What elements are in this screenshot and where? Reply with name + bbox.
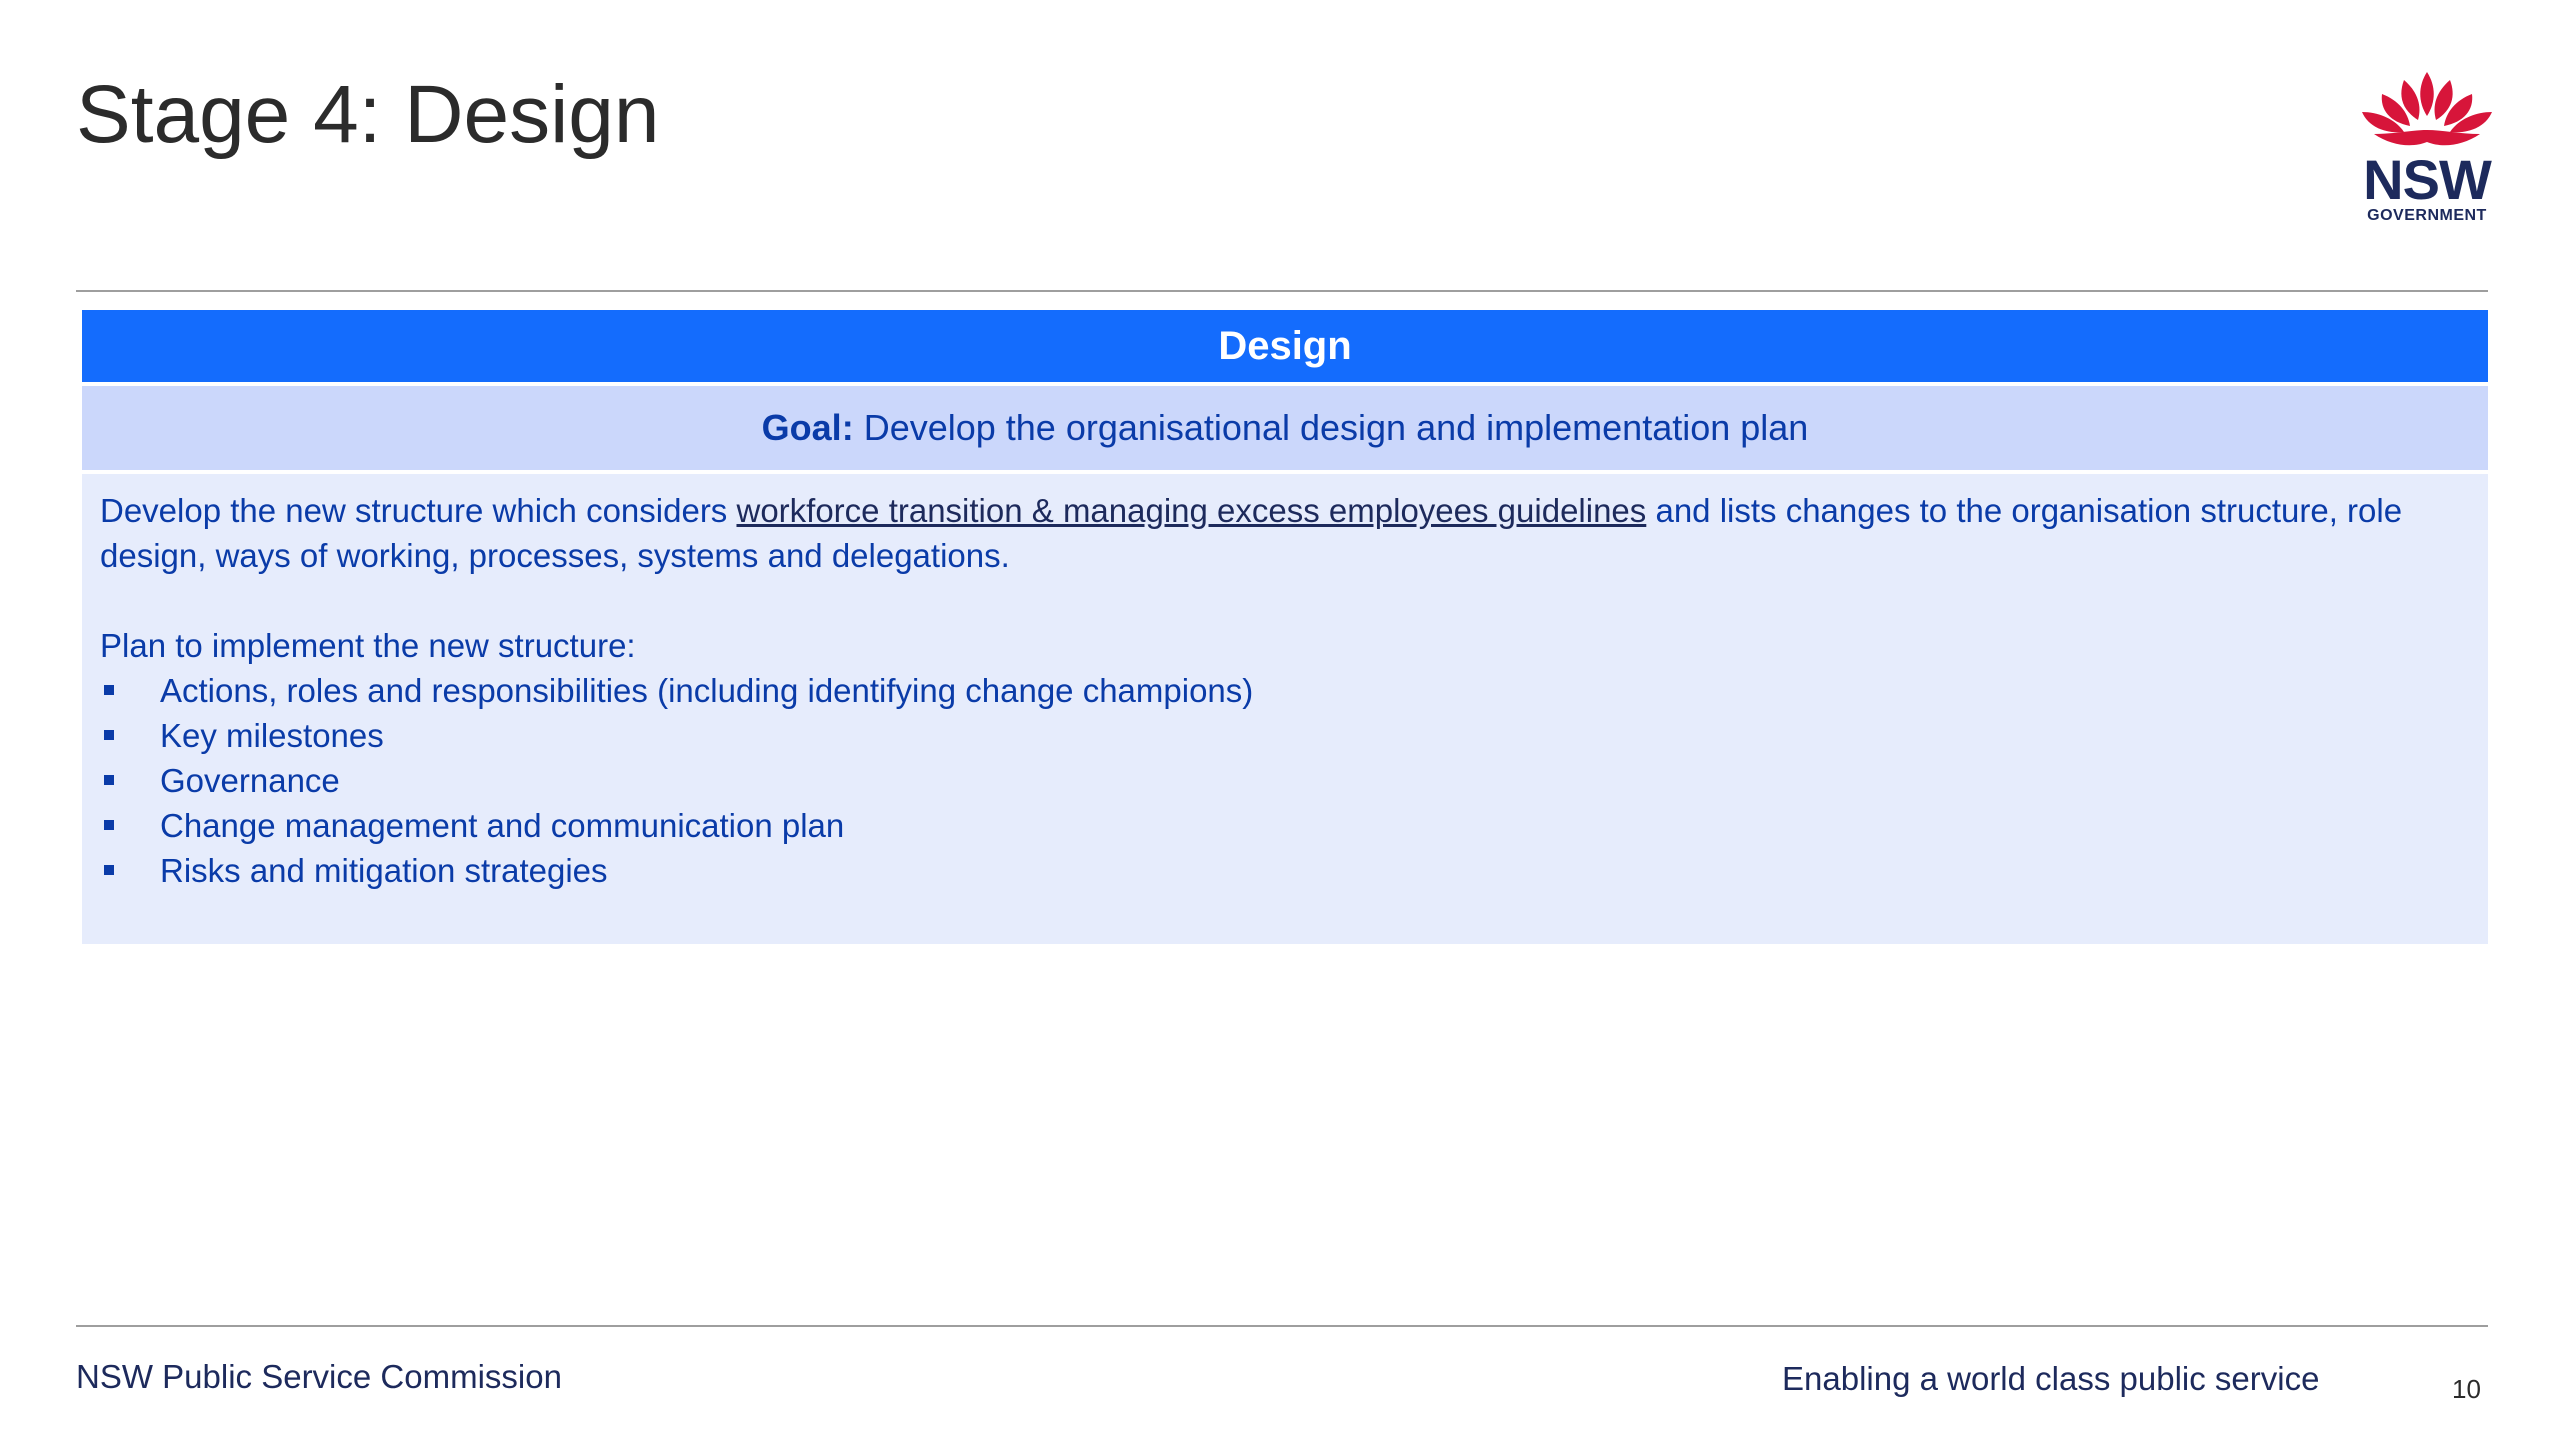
list-item: Key milestones — [100, 713, 2470, 758]
slide: Stage 4: Design NSW GOVERNMENT Design Go… — [0, 0, 2560, 1440]
goal-label: Goal: — [761, 407, 854, 448]
goal-text: Develop the organisational design and im… — [853, 407, 1809, 448]
square-bullet-icon — [104, 820, 114, 830]
bullet-text: Key milestones — [160, 717, 384, 754]
bullet-text: Actions, roles and responsibilities (inc… — [160, 672, 1254, 709]
top-divider — [76, 290, 2488, 292]
footer-organisation: NSW Public Service Commission — [76, 1358, 562, 1395]
bullet-text: Change management and communication plan — [160, 807, 845, 844]
slide-title: Stage 4: Design — [76, 69, 660, 160]
page-number: 10 — [2452, 1374, 2481, 1404]
logo-government-text: GOVERNMENT — [2367, 207, 2487, 224]
list-item: Risks and mitigation strategies — [100, 848, 2470, 893]
list-item: Actions, roles and responsibilities (inc… — [100, 668, 2470, 713]
plan-heading: Plan to implement the new structure: — [100, 627, 636, 664]
logo-nsw-text: NSW — [2363, 148, 2492, 211]
footer-tagline: Enabling a world class public service — [1782, 1360, 2320, 1397]
panel-header: Design — [82, 310, 2488, 382]
panel-body: Develop the new structure which consider… — [82, 474, 2488, 944]
design-panel: Design Goal: Develop the organisational … — [82, 310, 2488, 944]
square-bullet-icon — [104, 685, 114, 695]
square-bullet-icon — [104, 775, 114, 785]
list-item: Change management and communication plan — [100, 803, 2470, 848]
nsw-government-logo: NSW GOVERNMENT — [2352, 68, 2502, 228]
bullet-text: Risks and mitigation strategies — [160, 852, 608, 889]
intro-paragraph: Develop the new structure which consider… — [100, 488, 2470, 578]
guidelines-link[interactable]: workforce transition & managing excess e… — [736, 492, 1646, 529]
list-item: Governance — [100, 758, 2470, 803]
square-bullet-icon — [104, 730, 114, 740]
panel-goal: Goal: Develop the organisational design … — [82, 386, 2488, 470]
intro-before: Develop the new structure which consider… — [100, 492, 737, 529]
plan-bullet-list: Actions, roles and responsibilities (inc… — [100, 668, 2470, 893]
bottom-divider — [76, 1325, 2488, 1327]
square-bullet-icon — [104, 865, 114, 875]
bullet-text: Governance — [160, 762, 340, 799]
waratah-flower-icon — [2362, 72, 2492, 146]
